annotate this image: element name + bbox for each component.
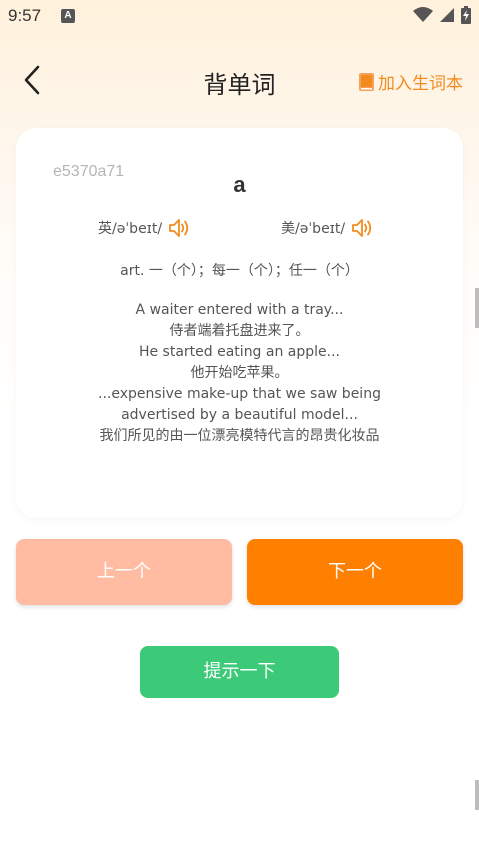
phonetic-uk-text: 英/əˈbeɪt/ bbox=[98, 221, 163, 237]
add-to-vocabulary-button[interactable]: 加入生词本 bbox=[358, 69, 463, 94]
example-line: 我们所见的由一位漂亮模特代言的昂贵化妆品 bbox=[99, 428, 380, 444]
signal-icon bbox=[440, 8, 454, 22]
status-bar: 9:57 A bbox=[0, 0, 479, 34]
speaker-icon bbox=[169, 219, 189, 237]
next-button[interactable]: 下一个 bbox=[247, 539, 463, 605]
notification-icon: A bbox=[61, 9, 75, 23]
speaker-uk-button[interactable] bbox=[168, 217, 194, 239]
edge-indicator bbox=[475, 288, 479, 328]
system-icons bbox=[413, 6, 471, 24]
phonetic-us-text: 美/əˈbeɪt/ bbox=[281, 221, 346, 237]
speaker-us-button[interactable] bbox=[351, 217, 377, 239]
example-line: 侍者端着托盘进来了。 bbox=[169, 323, 310, 339]
example-line: He started eating an apple... bbox=[138, 344, 341, 360]
word-meaning: art. 一（个）；每一（个）；任一（个） bbox=[120, 263, 359, 279]
example-sentences: A waiter entered with a tray... 侍者端着托盘进来… bbox=[86, 300, 393, 447]
phonetic-us: 美/əˈbeɪt/ bbox=[281, 217, 377, 239]
hint-button[interactable]: 提示一下 bbox=[140, 646, 339, 698]
battery-charging-icon bbox=[461, 6, 471, 24]
example-line: 他开始吃苹果。 bbox=[190, 365, 289, 381]
add-to-vocabulary-label: 加入生词本 bbox=[378, 74, 463, 94]
previous-button[interactable]: 上一个 bbox=[16, 539, 232, 605]
example-line: ...expensive make-up that we saw being a… bbox=[98, 386, 381, 423]
status-time: 9:57 bbox=[8, 6, 42, 25]
word-text: a bbox=[233, 172, 246, 197]
book-icon bbox=[359, 72, 374, 91]
speaker-icon bbox=[352, 219, 372, 237]
edge-indicator bbox=[475, 780, 479, 810]
word-card: e5370a71 a 英/əˈbeɪt/ 美/əˈbeɪt/ art. 一（个）… bbox=[16, 128, 463, 518]
phonetic-uk: 英/əˈbeɪt/ bbox=[98, 217, 194, 239]
wifi-icon bbox=[413, 7, 433, 22]
top-bar: 背单词 加入生词本 bbox=[0, 55, 479, 107]
example-line: A waiter entered with a tray... bbox=[135, 302, 344, 318]
